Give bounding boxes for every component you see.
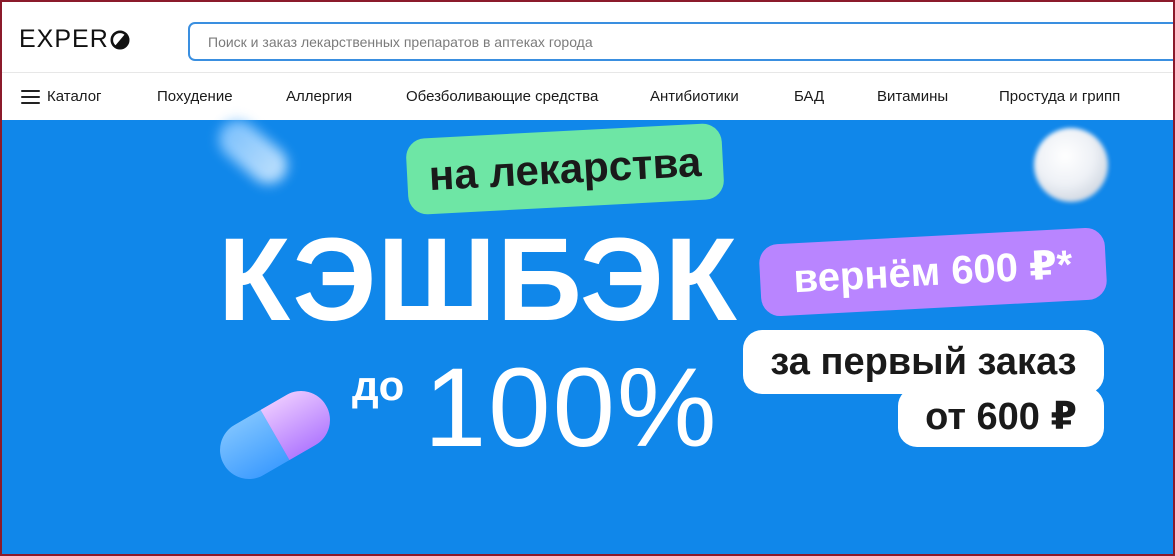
nav-item-cold-flu[interactable]: Простуда и грипп (999, 88, 1120, 105)
site-header: EXPER (0, 0, 1175, 73)
tablet-icon (1034, 128, 1108, 202)
category-nav: Каталог Похудение Аллергия Обезболивающи… (0, 73, 1175, 120)
catalog-button[interactable]: Каталог (21, 88, 102, 105)
nav-item-painkillers[interactable]: Обезболивающие средства (406, 88, 598, 105)
first-order-tag: за первый заказ (743, 330, 1104, 394)
nav-item-vitamins[interactable]: Витамины (877, 88, 948, 105)
search-input[interactable] (208, 24, 1108, 59)
menu-icon (21, 89, 40, 104)
percent-value: 100% (424, 345, 719, 470)
logo-o-icon (110, 30, 130, 49)
search-box (188, 22, 1175, 61)
up-to-label: до (352, 362, 405, 409)
logo-text: EXPER (19, 25, 109, 53)
catalog-label: Каталог (47, 88, 102, 105)
nav-item-supplements[interactable]: БАД (794, 88, 824, 105)
cashback-headline: КЭШБЭК (218, 214, 738, 346)
min-order-tag: от 600 ₽ (898, 387, 1104, 447)
nav-item-weight-loss[interactable]: Похудение (157, 88, 233, 105)
nav-item-antibiotics[interactable]: Антибиотики (650, 88, 739, 105)
logo[interactable]: EXPER (19, 27, 130, 52)
nav-item-allergy[interactable]: Аллергия (286, 88, 352, 105)
